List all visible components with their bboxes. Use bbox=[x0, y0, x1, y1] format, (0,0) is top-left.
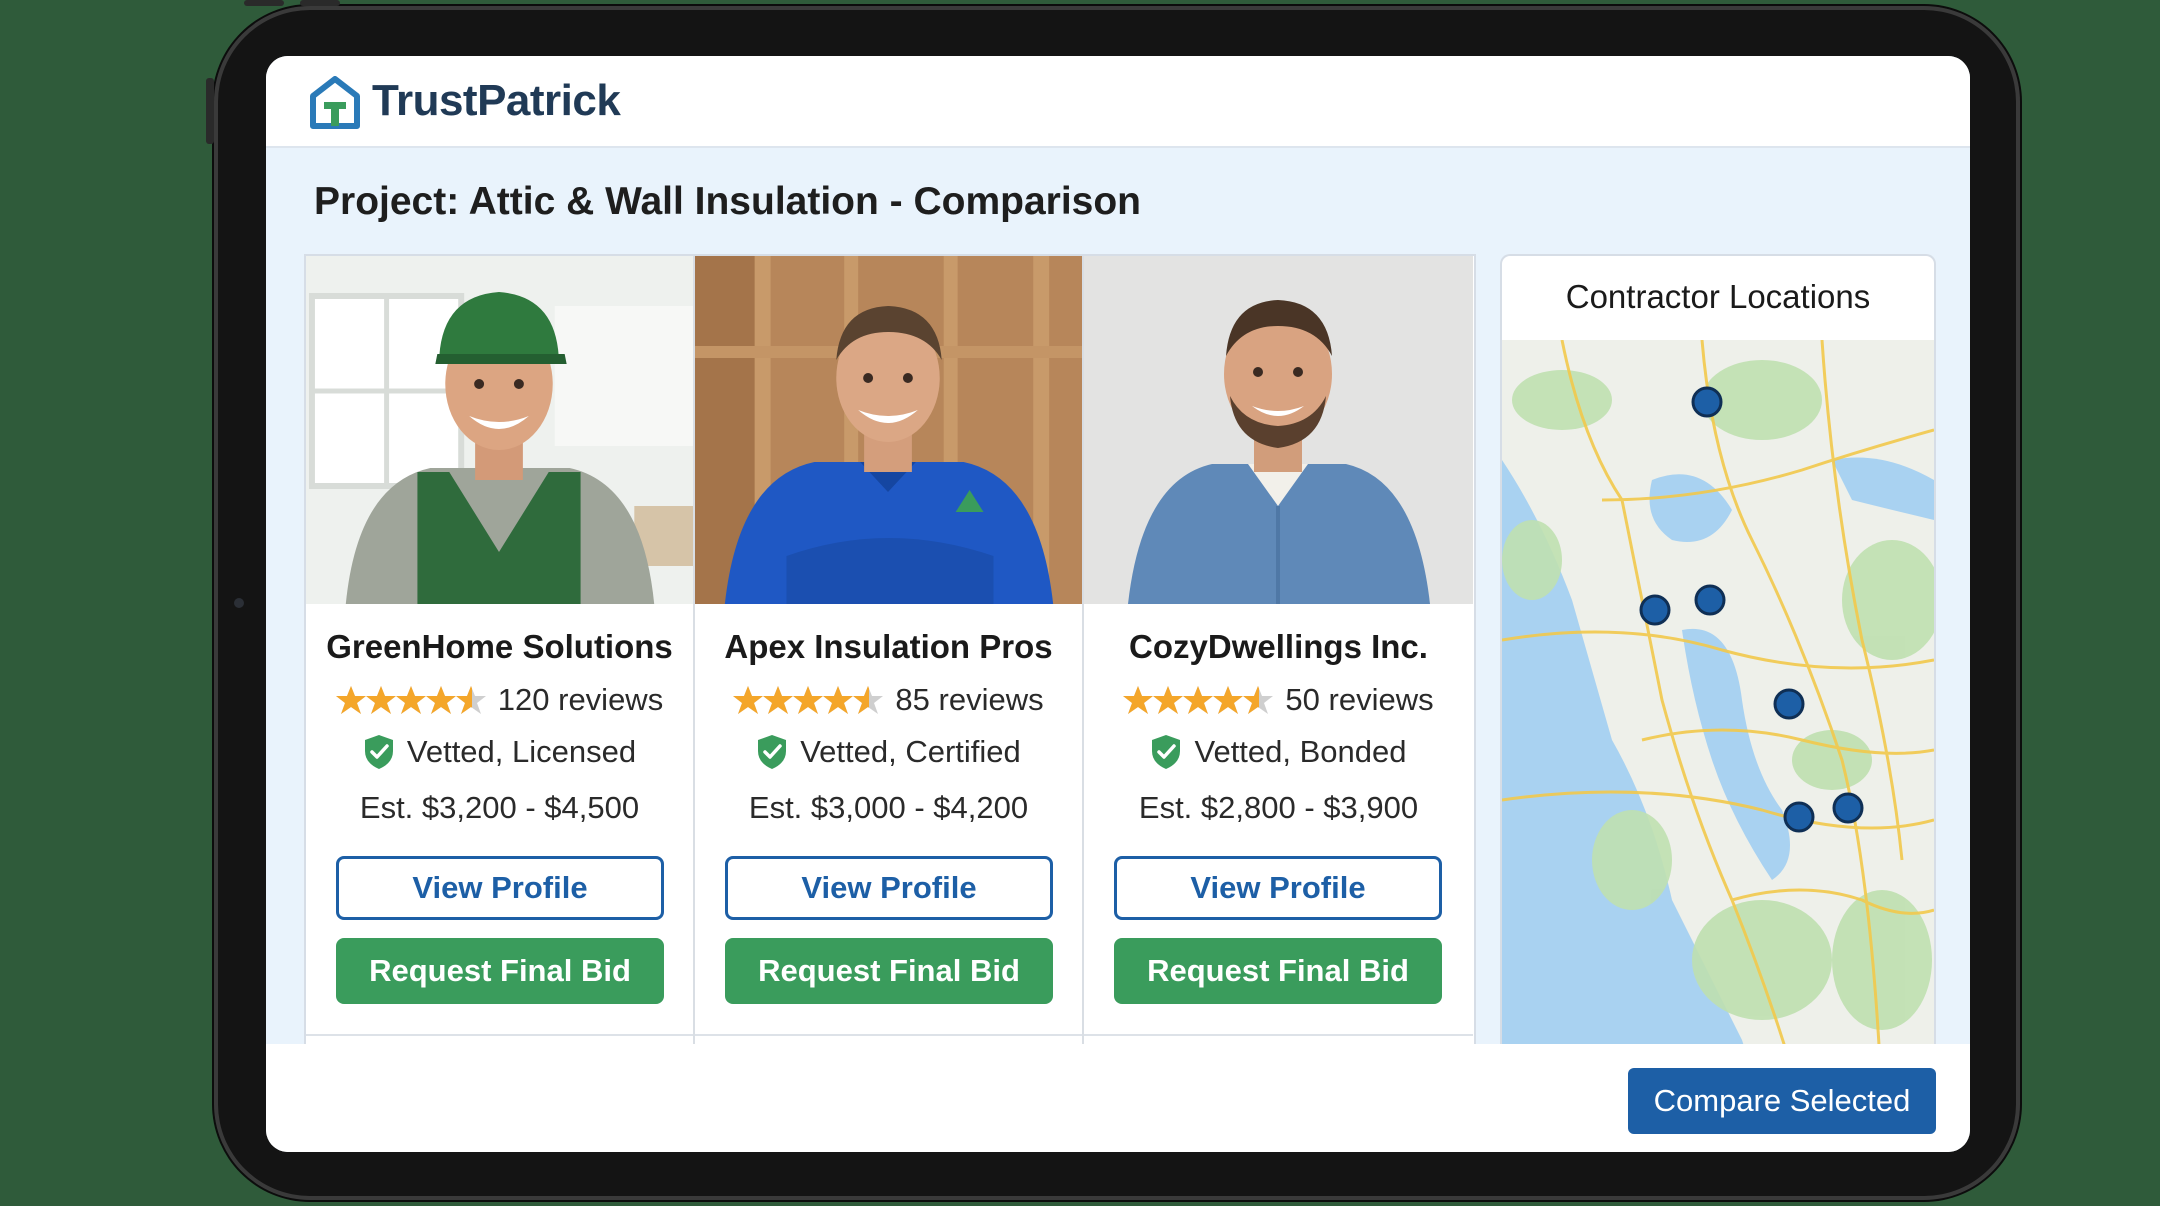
contractor-name: GreenHome Solutions bbox=[326, 628, 673, 665]
review-count[interactable]: 50 reviews bbox=[1285, 682, 1433, 718]
review-count[interactable]: 85 reviews bbox=[895, 682, 1043, 718]
shield-check-icon bbox=[364, 735, 393, 769]
request-final-bid-button[interactable]: Request Final Bid bbox=[725, 938, 1053, 1004]
view-profile-button[interactable]: View Profile bbox=[336, 856, 664, 920]
price-estimate: Est. $3,000 - $4,200 bbox=[748, 790, 1029, 825]
rating-row: 120 reviews bbox=[306, 682, 693, 718]
star-rating-icon bbox=[733, 685, 885, 715]
shield-check-icon bbox=[1152, 735, 1181, 769]
star-rating-icon bbox=[335, 685, 488, 715]
page-title: Project: Attic & Wall Insulation - Compa… bbox=[314, 180, 1141, 223]
brand-name[interactable]: TrustPatrick bbox=[372, 76, 621, 126]
shield-check-icon bbox=[758, 735, 787, 769]
contractor-photo bbox=[695, 256, 1082, 604]
rating-row: 50 reviews bbox=[1084, 682, 1473, 718]
contractor-photo bbox=[306, 256, 693, 604]
app-screen: TrustPatrick Project: Attic & Wall Insul… bbox=[266, 56, 1970, 1152]
star-rating-icon bbox=[1123, 685, 1275, 715]
request-final-bid-button[interactable]: Request Final Bid bbox=[336, 938, 664, 1004]
contractor-cards: GreenHome Solutions 120 reviews Vetted, … bbox=[304, 254, 1476, 1102]
view-profile-button[interactable]: View Profile bbox=[1114, 856, 1442, 920]
contractor-name: CozyDwellings Inc. bbox=[1129, 628, 1428, 665]
contractor-card-greenhome: GreenHome Solutions 120 reviews Vetted, … bbox=[306, 256, 695, 1102]
contractor-card-apex: Apex Insulation Pros 85 reviews Vetted, … bbox=[695, 256, 1084, 1102]
card-divider bbox=[695, 1034, 1082, 1036]
contractor-name: Apex Insulation Pros bbox=[724, 628, 1053, 665]
rating-row: 85 reviews bbox=[695, 682, 1082, 718]
card-divider bbox=[1084, 1034, 1473, 1036]
device-button bbox=[206, 78, 214, 144]
vetted-label: Vetted, Licensed bbox=[406, 734, 637, 769]
app-header: TrustPatrick bbox=[266, 56, 1970, 148]
price-estimate: Est. $2,800 - $3,900 bbox=[1138, 790, 1419, 825]
contractor-map[interactable] bbox=[1502, 339, 1934, 1100]
map-title: Contractor Locations bbox=[1565, 278, 1871, 315]
front-camera bbox=[234, 598, 244, 608]
device-button bbox=[300, 0, 340, 6]
compare-selected-button[interactable]: Compare Selected bbox=[1628, 1068, 1936, 1134]
vetted-label: Vetted, Certified bbox=[800, 734, 1021, 769]
contractor-map-panel: Contractor Locations bbox=[1500, 254, 1936, 1100]
contractor-card-cozydwellings: CozyDwellings Inc. 50 reviews Vetted, Bo… bbox=[1084, 256, 1473, 1102]
contractor-photo bbox=[1084, 256, 1473, 604]
vetted-label: Vetted, Bonded bbox=[1194, 734, 1407, 769]
request-final-bid-button[interactable]: Request Final Bid bbox=[1114, 938, 1442, 1004]
card-divider bbox=[306, 1034, 693, 1036]
review-count[interactable]: 120 reviews bbox=[498, 682, 663, 718]
vetted-status: Vetted, Bonded bbox=[1084, 734, 1473, 770]
device-button bbox=[244, 0, 284, 6]
view-profile-button[interactable]: View Profile bbox=[725, 856, 1053, 920]
vetted-status: Vetted, Licensed bbox=[306, 734, 693, 770]
house-logo-icon bbox=[310, 76, 360, 129]
vetted-status: Vetted, Certified bbox=[695, 734, 1082, 770]
price-estimate: Est. $3,200 - $4,500 bbox=[359, 790, 640, 825]
